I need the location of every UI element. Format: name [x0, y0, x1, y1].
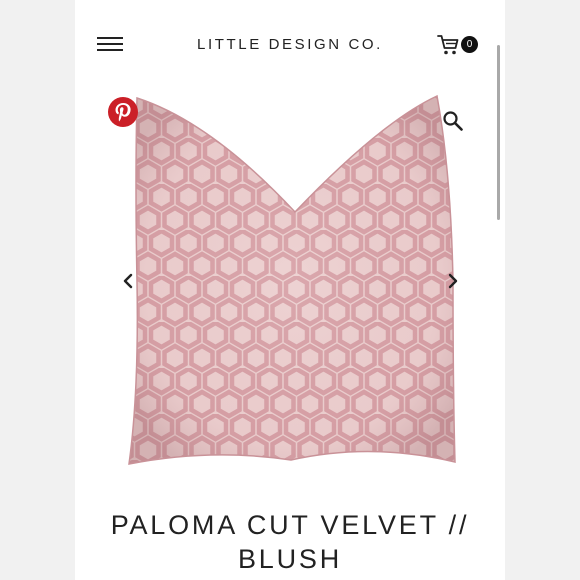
- product-page: LITTLE DESIGN CO. 0 PALOMA CUT VELVET //…: [75, 0, 505, 580]
- shopping-cart-icon: [437, 35, 459, 55]
- product-title: PALOMA CUT VELVET // BLUSH: [75, 508, 505, 576]
- cart-button[interactable]: 0: [437, 33, 481, 57]
- chevron-left-icon[interactable]: [118, 271, 138, 291]
- product-title-line-1: PALOMA CUT VELVET //: [110, 510, 470, 540]
- chevron-right-icon[interactable]: [443, 271, 463, 291]
- cart-count-badge: 0: [461, 36, 478, 53]
- pinterest-icon[interactable]: [108, 97, 138, 127]
- product-title-line-2: BLUSH: [237, 544, 343, 574]
- product-image[interactable]: [121, 92, 467, 472]
- magnifier-zoom-icon[interactable]: [442, 110, 464, 132]
- scrollbar[interactable]: [497, 45, 500, 220]
